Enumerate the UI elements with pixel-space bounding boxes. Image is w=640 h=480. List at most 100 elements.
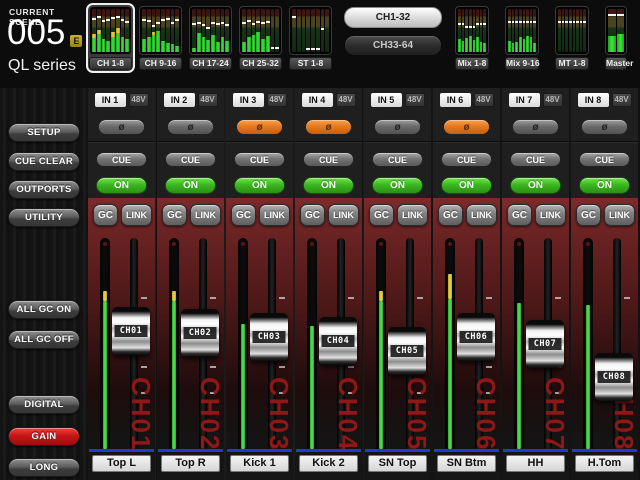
- input-patch-label[interactable]: IN 7: [509, 93, 540, 107]
- meter-bar: [515, 9, 518, 52]
- on-button[interactable]: ON: [234, 177, 285, 194]
- cue-button[interactable]: CUE: [579, 152, 630, 167]
- meter-bank-mt-1-8[interactable]: MT 1-8: [552, 3, 592, 73]
- channel-name[interactable]: H.Tom: [575, 455, 634, 472]
- link-button[interactable]: LINK: [121, 204, 152, 226]
- phantom-48v-button[interactable]: 48V: [612, 93, 632, 107]
- gain-compensation-button[interactable]: GC: [231, 204, 256, 226]
- channel-name[interactable]: Kick 1: [230, 455, 289, 472]
- link-button[interactable]: LINK: [466, 204, 497, 226]
- fader-knob[interactable]: CH03: [250, 313, 288, 361]
- current-scene-panel[interactable]: CURRENT SCENE 005 E QL series: [0, 0, 88, 88]
- sidebar-button-long-faders[interactable]: LONG FADERS: [8, 458, 80, 477]
- phantom-48v-button[interactable]: 48V: [405, 93, 425, 107]
- sidebar-button-cue-clear[interactable]: CUE CLEAR: [8, 152, 80, 171]
- phase-button[interactable]: ø: [374, 119, 421, 135]
- on-button[interactable]: ON: [579, 177, 630, 194]
- sidebar-button-outports[interactable]: OUTPORTS: [8, 180, 80, 199]
- link-button[interactable]: LINK: [259, 204, 290, 226]
- link-button[interactable]: LINK: [190, 204, 221, 226]
- channel-color-bar: [296, 449, 361, 452]
- on-button[interactable]: ON: [510, 177, 561, 194]
- channel-name[interactable]: Top R: [161, 455, 220, 472]
- input-patch-label[interactable]: IN 5: [371, 93, 402, 107]
- cue-button[interactable]: CUE: [441, 152, 492, 167]
- on-button[interactable]: ON: [303, 177, 354, 194]
- cue-button[interactable]: CUE: [165, 152, 216, 167]
- channel-name[interactable]: SN Top: [368, 455, 427, 472]
- fader-knob[interactable]: CH07: [526, 320, 564, 368]
- gain-compensation-button[interactable]: GC: [507, 204, 532, 226]
- meter-bank-st-1-8[interactable]: ST 1-8: [286, 3, 335, 73]
- phase-button[interactable]: ø: [512, 119, 559, 135]
- phantom-48v-button[interactable]: 48V: [543, 93, 563, 107]
- phantom-48v-button[interactable]: 48V: [336, 93, 356, 107]
- meter-bank-ch-17-24[interactable]: CH 17-24: [186, 3, 235, 73]
- phase-button[interactable]: ø: [98, 119, 145, 135]
- input-patch-label[interactable]: IN 1: [95, 93, 126, 107]
- meter-bank-ch-9-16[interactable]: CH 9-16: [136, 3, 185, 73]
- channel-strip-1: IN 1 48V ø CUE ON GC LINK CH01 CH01 Top …: [88, 88, 155, 480]
- meter-fill-green: [448, 299, 452, 449]
- meter-bank-ch-1-8[interactable]: CH 1-8: [86, 3, 135, 73]
- sidebar-button-setup[interactable]: SETUP: [8, 123, 80, 142]
- sidebar-button-all-gc-off[interactable]: ALL GC OFF: [8, 330, 80, 349]
- fader-knob[interactable]: CH06: [457, 313, 495, 361]
- fader-knob[interactable]: CH05: [388, 327, 426, 375]
- meter-bank-master[interactable]: Master: [602, 3, 630, 73]
- input-patch-label[interactable]: IN 6: [440, 93, 471, 107]
- gain-compensation-button[interactable]: GC: [93, 204, 118, 226]
- link-button[interactable]: LINK: [535, 204, 566, 226]
- channel-name[interactable]: Top L: [92, 455, 151, 472]
- input-patch-label[interactable]: IN 3: [233, 93, 264, 107]
- phase-button[interactable]: ø: [236, 119, 283, 135]
- on-button[interactable]: ON: [165, 177, 216, 194]
- sidebar-button-all-gc-on[interactable]: ALL GC ON: [8, 300, 80, 319]
- meter-bank-mix-1-8[interactable]: Mix 1-8: [452, 3, 492, 73]
- sidebar-button-digital[interactable]: DIGITAL: [8, 395, 80, 414]
- on-button[interactable]: ON: [372, 177, 423, 194]
- cue-button[interactable]: CUE: [372, 152, 423, 167]
- input-patch-label[interactable]: IN 8: [578, 93, 609, 107]
- gain-compensation-button[interactable]: GC: [369, 204, 394, 226]
- input-patch-label[interactable]: IN 2: [164, 93, 195, 107]
- sidebar-button-utility[interactable]: UTILITY: [8, 208, 80, 227]
- on-button[interactable]: ON: [96, 177, 147, 194]
- bank-button-ch33-64[interactable]: CH33-64: [344, 35, 442, 56]
- phase-button[interactable]: ø: [305, 119, 352, 135]
- phase-button[interactable]: ø: [443, 119, 490, 135]
- phantom-48v-button[interactable]: 48V: [267, 93, 287, 107]
- gain-compensation-button[interactable]: GC: [438, 204, 463, 226]
- phantom-48v-button[interactable]: 48V: [198, 93, 218, 107]
- meter-bank-mix-9-16[interactable]: Mix 9-16: [502, 3, 542, 73]
- meter-bar: [125, 9, 129, 52]
- link-button[interactable]: LINK: [328, 204, 359, 226]
- cue-button[interactable]: CUE: [234, 152, 285, 167]
- cue-button[interactable]: CUE: [303, 152, 354, 167]
- gain-compensation-button[interactable]: GC: [300, 204, 325, 226]
- phantom-48v-button[interactable]: 48V: [129, 93, 149, 107]
- gain-compensation-button[interactable]: GC: [576, 204, 601, 226]
- channel-name[interactable]: HH: [506, 455, 565, 472]
- fader-knob[interactable]: CH01: [112, 307, 150, 355]
- link-button[interactable]: LINK: [397, 204, 428, 226]
- phantom-48v-button[interactable]: 48V: [474, 93, 494, 107]
- input-patch-label[interactable]: IN 4: [302, 93, 333, 107]
- meter-bank-ch-25-32[interactable]: CH 25-32: [236, 3, 285, 73]
- fader-knob[interactable]: CH08: [595, 353, 633, 401]
- link-button[interactable]: LINK: [604, 204, 635, 226]
- cue-button[interactable]: CUE: [96, 152, 147, 167]
- fader-knob[interactable]: CH04: [319, 317, 357, 365]
- gain-compensation-button[interactable]: GC: [162, 204, 187, 226]
- phase-button[interactable]: ø: [167, 119, 214, 135]
- fader-knob[interactable]: CH02: [181, 309, 219, 357]
- channel-name[interactable]: Kick 2: [299, 455, 358, 472]
- on-button[interactable]: ON: [441, 177, 492, 194]
- cue-button[interactable]: CUE: [510, 152, 561, 167]
- phase-button[interactable]: ø: [581, 119, 628, 135]
- meter-bar: [216, 9, 220, 52]
- meter-bar: [102, 9, 106, 52]
- channel-name[interactable]: SN Btm: [437, 455, 496, 472]
- sidebar-button-gain[interactable]: GAIN: [8, 427, 80, 446]
- bank-button-ch1-32[interactable]: CH1-32: [344, 7, 442, 28]
